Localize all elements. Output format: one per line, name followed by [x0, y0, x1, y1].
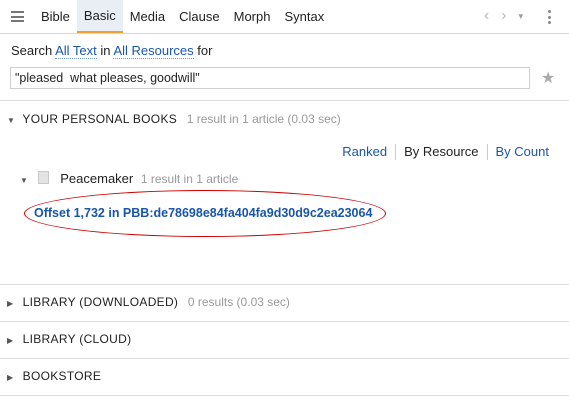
search-prefix: Search [11, 43, 53, 58]
tab-media[interactable]: Media [123, 0, 172, 33]
back-arrow-icon[interactable]: ‹ [484, 8, 489, 24]
collapsed-triangle-icon: ▶ [7, 373, 14, 382]
for-word: for [197, 43, 213, 58]
collapsed-triangle-icon: ▶ [7, 299, 14, 308]
collapsed-triangle-icon: ▶ [7, 336, 14, 345]
search-query-input[interactable] [10, 67, 530, 89]
section-personal-books[interactable]: ▼ YOUR PERSONAL BOOKS 1 result in 1 arti… [7, 112, 341, 126]
in-word: in [100, 43, 111, 58]
divider [0, 395, 569, 396]
tab-bar: Bible Basic Media Clause Morph Syntax ‹ … [0, 0, 569, 34]
sort-by-resource[interactable]: By Resource [396, 144, 486, 160]
expanded-triangle-icon: ▼ [7, 116, 16, 125]
search-scope-line: Search All Text in All Resources for [11, 43, 213, 59]
scope-resources-dropdown[interactable]: All Resources [113, 43, 194, 59]
section-title: BOOKSTORE [22, 369, 102, 383]
expanded-triangle-icon: ▼ [20, 176, 28, 185]
tab-basic[interactable]: Basic [76, 0, 123, 33]
divider [0, 321, 569, 322]
section-meta: 0 results (0.03 sec) [187, 295, 290, 309]
divider [0, 358, 569, 359]
more-options-icon[interactable] [548, 10, 552, 27]
divider [0, 100, 569, 101]
hamburger-menu-icon[interactable] [11, 11, 24, 22]
section-title: LIBRARY (DOWNLOADED) [22, 295, 179, 309]
search-type-tabs: Bible Basic Media Clause Morph Syntax [34, 0, 331, 33]
sort-options: Ranked By Resource By Count [334, 144, 557, 160]
section-bookstore[interactable]: ▶ BOOKSTORE [7, 369, 101, 383]
scope-text-dropdown[interactable]: All Text [55, 43, 97, 59]
history-nav: ‹ › ▾ [484, 8, 523, 24]
history-dropdown-icon[interactable]: ▾ [518, 8, 523, 24]
section-title: LIBRARY (CLOUD) [22, 332, 132, 346]
book-icon [37, 171, 49, 184]
tab-bible[interactable]: Bible [34, 0, 77, 33]
search-result-link[interactable]: Offset 1,732 in PBB:de78698e84fa404fa9d3… [34, 206, 372, 220]
tab-syntax[interactable]: Syntax [277, 0, 331, 33]
section-library-cloud[interactable]: ▶ LIBRARY (CLOUD) [7, 332, 131, 346]
book-meta: 1 result in 1 article [140, 172, 239, 186]
tab-morph[interactable]: Morph [227, 0, 278, 33]
sort-by-count[interactable]: By Count [488, 144, 557, 160]
book-name: Peacemaker [60, 171, 134, 186]
favorite-star-icon[interactable]: ★ [541, 68, 555, 88]
section-library-downloaded[interactable]: ▶ LIBRARY (DOWNLOADED) 0 results (0.03 s… [7, 295, 290, 309]
divider [0, 284, 569, 285]
section-meta: 1 result in 1 article (0.03 sec) [186, 112, 341, 126]
book-group-row[interactable]: ▼ Peacemaker 1 result in 1 article [20, 171, 238, 186]
section-title: YOUR PERSONAL BOOKS [22, 112, 178, 126]
tab-clause[interactable]: Clause [172, 0, 226, 33]
sort-ranked[interactable]: Ranked [334, 144, 395, 160]
forward-arrow-icon[interactable]: › [501, 8, 506, 24]
